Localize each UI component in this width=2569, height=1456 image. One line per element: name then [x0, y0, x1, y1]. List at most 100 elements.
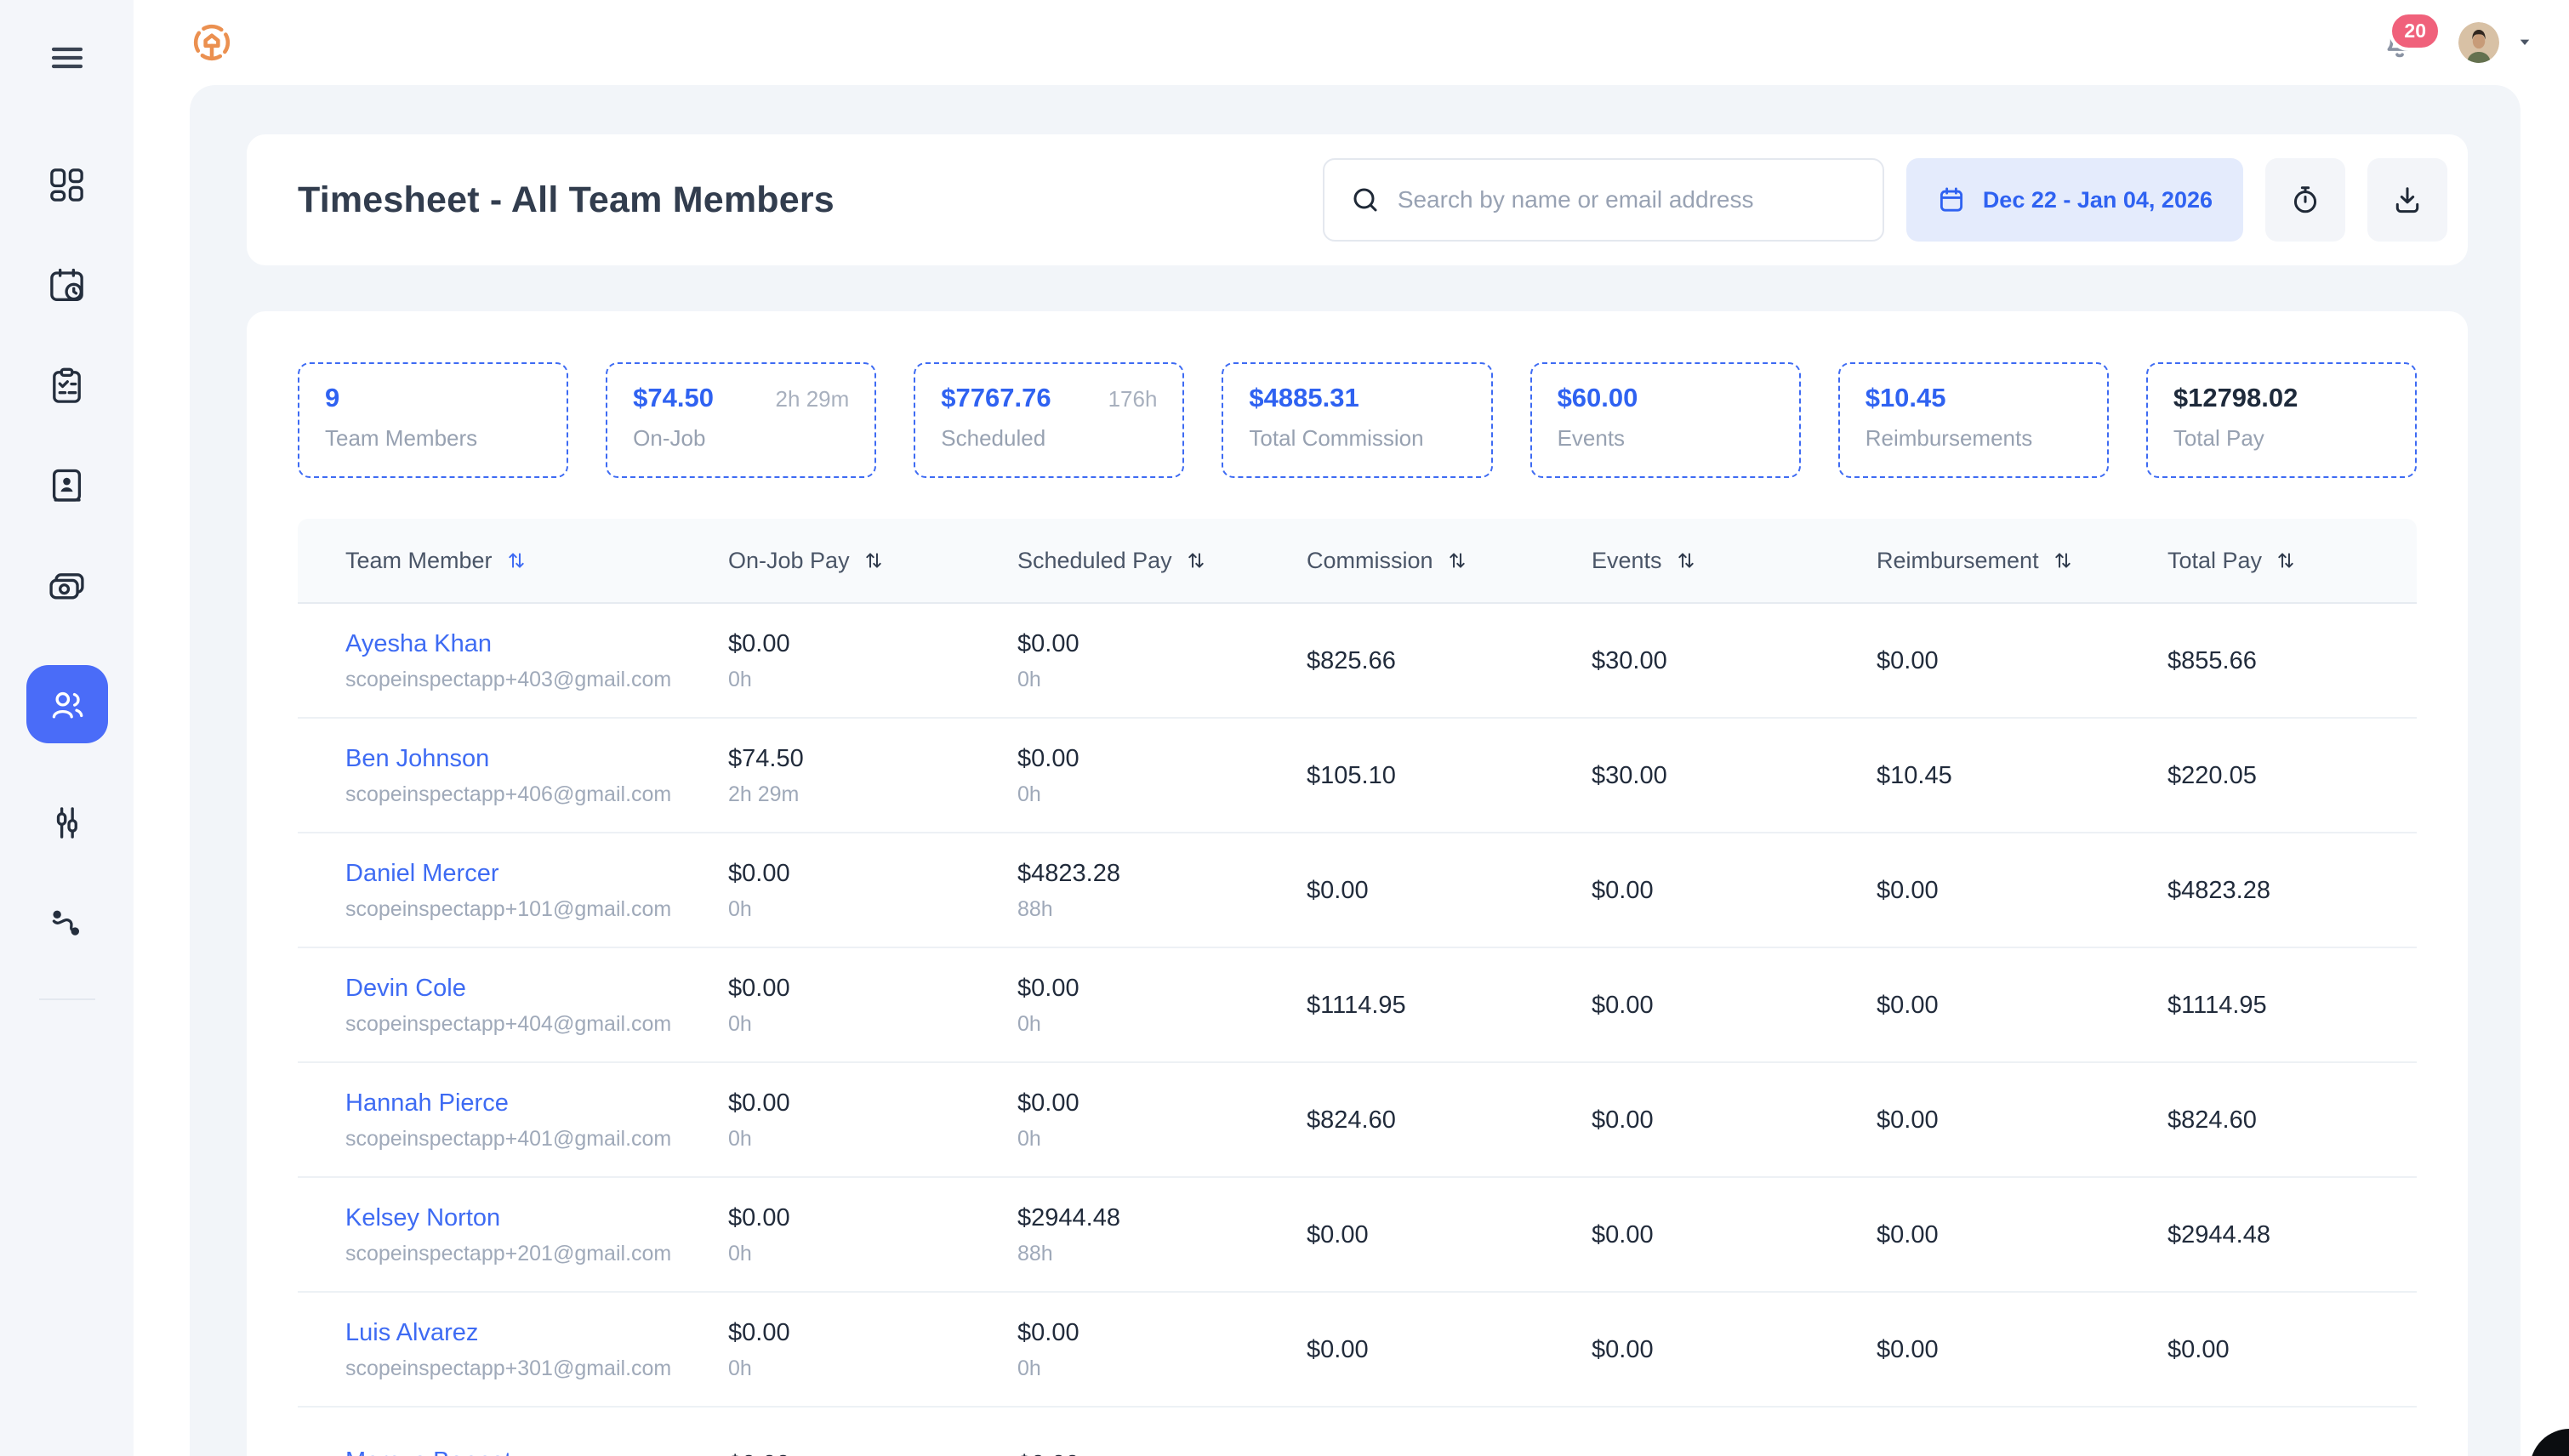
sidebar-divider: [39, 998, 95, 1000]
summary-cards-row: 9 Team Members $74.50 2h 29m On-Job: [298, 362, 2417, 478]
on-job-pay: $0.00: [728, 1088, 1017, 1118]
total-pay: $855.66: [2167, 646, 2417, 676]
sidebar-item-schedule[interactable]: [26, 264, 108, 306]
commission: $0.00: [1307, 875, 1592, 906]
column-label: Reimbursement: [1877, 548, 2039, 574]
events: $0.00: [1592, 1334, 1877, 1365]
notifications-button[interactable]: 20: [2380, 23, 2419, 62]
member-email: scopeinspectapp+404@gmail.com: [345, 1010, 728, 1038]
on-job-pay: $0.00: [728, 1203, 1017, 1233]
page-title: Timesheet - All Team Members: [298, 179, 834, 221]
menu-icon[interactable]: [47, 37, 88, 78]
on-job-pay: $0.00: [728, 1317, 1017, 1348]
column-header[interactable]: Events: [1592, 519, 1877, 602]
table-body: Ayesha Khan scopeinspectapp+403@gmail.co…: [298, 604, 2417, 1456]
sidebar-item-team-members[interactable]: [26, 665, 108, 743]
commission: $0.00: [1307, 1334, 1592, 1365]
column-header[interactable]: Commission: [1307, 519, 1592, 602]
search-input[interactable]: [1398, 186, 1857, 213]
on-job-pay: $0.00: [728, 1449, 1017, 1456]
column-header[interactable]: Team Member: [298, 519, 728, 602]
summary-label: Team Members: [325, 425, 541, 452]
summary-card: $10.45 Reimbursements: [1838, 362, 2109, 478]
table-row: Ben Johnson scopeinspectapp+406@gmail.co…: [298, 719, 2417, 833]
on-job-hours: 2h 29m: [728, 781, 1017, 808]
total-pay: $1114.95: [2167, 990, 2417, 1021]
scheduled-hours: 0h: [1017, 781, 1307, 808]
member-name-link[interactable]: Devin Cole: [345, 973, 728, 1004]
summary-label: Scheduled: [941, 425, 1157, 452]
sidebar: [0, 0, 134, 1456]
scheduled-hours: 0h: [1017, 1125, 1307, 1152]
column-header[interactable]: Total Pay: [2167, 519, 2417, 602]
download-button[interactable]: [2367, 158, 2447, 242]
reimbursement: $0.00: [1877, 875, 2167, 906]
total-pay: $2944.48: [2167, 1220, 2417, 1250]
contact-book-icon: [47, 466, 87, 506]
table-row: Ayesha Khan scopeinspectapp+403@gmail.co…: [298, 604, 2417, 719]
summary-card: $60.00 Events: [1530, 362, 1801, 478]
member-name-link[interactable]: Ayesha Khan: [345, 628, 728, 659]
avatar: [2458, 22, 2499, 63]
scheduled-hours: 0h: [1017, 1010, 1307, 1038]
total-pay: $824.60: [2167, 1105, 2417, 1135]
column-header[interactable]: On-Job Pay: [728, 519, 1017, 602]
chat-fab[interactable]: [2530, 1429, 2569, 1456]
column-header[interactable]: Scheduled Pay: [1017, 519, 1307, 602]
sort-icon: [2274, 549, 2298, 572]
timesheet-table: Team Member On-Job Pay: [298, 519, 2417, 1456]
scheduled-pay: $0.00: [1017, 628, 1307, 659]
summary-card: 9 Team Members: [298, 362, 568, 478]
commission: $1114.95: [1307, 990, 1592, 1021]
member-name-link[interactable]: Daniel Mercer: [345, 858, 728, 889]
summary-card: $4885.31 Total Commission: [1222, 362, 1492, 478]
scheduled-pay: $0.00: [1017, 1317, 1307, 1348]
table-row: Hannah Pierce scopeinspectapp+401@gmail.…: [298, 1063, 2417, 1178]
column-header[interactable]: Reimbursement: [1877, 519, 2167, 602]
scheduled-pay: $2944.48: [1017, 1203, 1307, 1233]
scheduled-pay: $0.00: [1017, 973, 1307, 1004]
summary-subvalue: 176h: [1108, 386, 1158, 412]
cash-icon: [47, 566, 87, 606]
reimbursement: $0.00: [1877, 1334, 2167, 1365]
total-pay: $0.00: [2167, 1334, 2417, 1365]
column-label: Team Member: [345, 548, 493, 574]
timesheet-card: 9 Team Members $74.50 2h 29m On-Job: [247, 311, 2468, 1456]
column-label: Total Pay: [2167, 548, 2262, 574]
events: $0.00: [1592, 1105, 1877, 1135]
summary-subvalue: 2h 29m: [776, 386, 850, 412]
member-name-link[interactable]: Luis Alvarez: [345, 1317, 728, 1348]
member-name-link[interactable]: Kelsey Norton: [345, 1203, 728, 1233]
stopwatch-button[interactable]: [2265, 158, 2345, 242]
sidebar-item-payroll[interactable]: [26, 565, 108, 607]
sort-icon: [2051, 549, 2075, 572]
sidebar-item-dashboard[interactable]: [26, 163, 108, 206]
notification-count-badge: 20: [2389, 11, 2441, 51]
reimbursement: $0.00: [1877, 1105, 2167, 1135]
user-menu[interactable]: [2458, 22, 2535, 63]
app-logo: [190, 20, 234, 65]
summary-value: $60.00: [1558, 383, 1638, 413]
member-name-link[interactable]: Hannah Pierce: [345, 1088, 728, 1118]
sidebar-item-settings[interactable]: [26, 801, 108, 844]
sidebar-item-tasks[interactable]: [26, 364, 108, 407]
member-name-link[interactable]: Ben Johnson: [345, 743, 728, 774]
member-email: scopeinspectapp+403@gmail.com: [345, 666, 728, 693]
summary-value: $4885.31: [1249, 383, 1359, 413]
stopwatch-icon: [2289, 184, 2321, 216]
commission: $824.60: [1307, 1105, 1592, 1135]
summary-card: $7767.76 176h Scheduled: [914, 362, 1184, 478]
reimbursement: $0.00: [1877, 1220, 2167, 1250]
date-range-label: Dec 22 - Jan 04, 2026: [1983, 187, 2213, 213]
sidebar-item-workflow[interactable]: [26, 901, 108, 944]
events: $30.00: [1592, 646, 1877, 676]
on-job-hours: 0h: [728, 1240, 1017, 1267]
sidebar-item-contacts[interactable]: [26, 464, 108, 507]
date-range-picker[interactable]: Dec 22 - Jan 04, 2026: [1906, 158, 2243, 242]
sort-icon: [862, 549, 886, 572]
page-header-card: Timesheet - All Team Members Dec 22 - Ja…: [247, 134, 2468, 265]
on-job-pay: $0.00: [728, 973, 1017, 1004]
member-email: scopeinspectapp+201@gmail.com: [345, 1240, 728, 1267]
member-name-link[interactable]: Marcus Bennet: [345, 1446, 728, 1456]
table-row: Daniel Mercer scopeinspectapp+101@gmail.…: [298, 833, 2417, 948]
